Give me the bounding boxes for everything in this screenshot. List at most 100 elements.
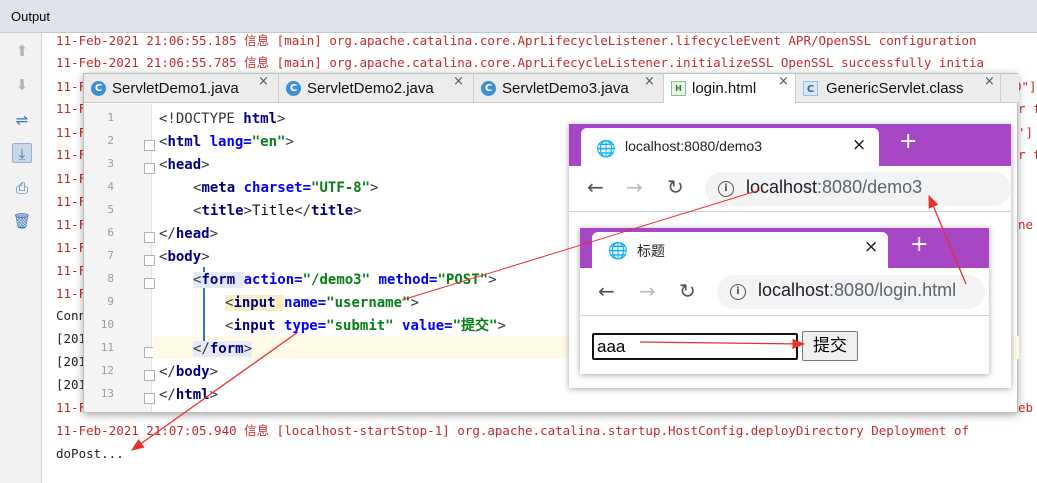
close-icon[interactable]: ×	[864, 237, 878, 257]
line-number: 9	[107, 295, 114, 308]
log-line: 11-F	[56, 101, 87, 116]
close-icon[interactable]: ×	[984, 74, 995, 89]
new-tab-button[interactable]: +	[899, 129, 917, 154]
tab-servletdemo1[interactable]: C ServletDemo1.java ×	[84, 74, 279, 103]
log-fragment: ne	[1018, 217, 1034, 232]
line-number: 4	[107, 180, 114, 193]
print-icon[interactable]: ⎙	[12, 178, 32, 198]
log-line: 11-F	[56, 400, 87, 415]
browser-tab-strip: 🌐 localhost:8080/demo3 × +	[569, 124, 1011, 166]
globe-icon: 🌐	[596, 139, 616, 158]
log-fragment: ']	[1018, 125, 1034, 140]
soft-wrap-icon[interactable]: ⇌	[12, 110, 32, 130]
forward-icon[interactable]: →	[626, 175, 643, 199]
tab-servletdemo2[interactable]: C ServletDemo2.java ×	[279, 74, 474, 103]
output-title: Output	[11, 9, 51, 24]
reload-icon[interactable]: ↻	[667, 175, 684, 199]
tab-genericservlet-class[interactable]: C GenericServlet.class ×	[796, 74, 1001, 103]
java-class-icon: C	[481, 81, 496, 96]
address-bar[interactable]: i localhost:8080/demo3	[705, 172, 1011, 206]
browser-tab[interactable]: 🌐 localhost:8080/demo3 ×	[581, 128, 879, 166]
code-line-2: <html lang="en">	[159, 134, 294, 150]
scroll-down-icon[interactable]: ⬇	[12, 75, 32, 95]
scroll-up-icon[interactable]: ⬆	[12, 41, 32, 61]
code-line-1: <!DOCTYPE html>	[159, 111, 286, 127]
browser-toolbar: ← → ↻ i localhost:8080/demo3	[569, 166, 1011, 212]
code-line-9: <input name="username">	[225, 295, 419, 311]
log-line: 11-F	[56, 286, 87, 301]
code-line-3: <head>	[159, 157, 210, 173]
line-gutter: 1 2 3 4 5 6 7 8 9 10 11 12 13	[84, 104, 155, 412]
line-number: 5	[107, 203, 114, 216]
java-class-icon: C	[91, 81, 106, 96]
html-file-icon: H	[671, 81, 686, 96]
code-line-7: <body>	[159, 249, 210, 265]
line-number: 12	[100, 364, 114, 377]
tab-label: ServletDemo1.java	[112, 80, 239, 97]
log-line: 11-Feb-2021 21:07:05.940 信息 [localhost-s…	[56, 423, 970, 438]
log-line: [201	[56, 331, 87, 346]
tab-label: login.html	[692, 80, 757, 97]
log-line: [201	[56, 377, 87, 392]
code-line-8: <form action="/demo3" method="POST">	[193, 272, 497, 288]
class-file-icon: C	[803, 81, 818, 96]
editor-tab-bar: C ServletDemo1.java × C ServletDemo2.jav…	[84, 74, 1019, 104]
close-icon[interactable]: ×	[453, 74, 464, 89]
close-icon[interactable]: ×	[852, 135, 866, 155]
log-line: 11-Feb-2021 21:06:55.785 信息 [main] org.a…	[56, 55, 985, 70]
log-fragment: eb	[1018, 400, 1034, 415]
back-icon[interactable]: ←	[587, 175, 604, 199]
line-number: 11	[100, 341, 114, 354]
tab-label: GenericServlet.class	[826, 80, 964, 97]
output-toolbar: ⬆ ⬇ ⇌ ⤓ ⎙ 🗑	[0, 33, 42, 483]
trash-icon[interactable]: 🗑	[12, 211, 32, 231]
java-class-icon: C	[286, 81, 301, 96]
back-icon[interactable]: ←	[598, 279, 615, 303]
info-icon[interactable]: i	[730, 284, 746, 300]
scroll-to-end-icon[interactable]: ⤓	[12, 143, 32, 163]
address-url: localhost:8080/login.html	[758, 280, 957, 300]
globe-icon: 🌐	[608, 241, 628, 260]
close-icon[interactable]: ×	[778, 74, 789, 89]
log-line: 11-F	[56, 194, 87, 209]
address-bar[interactable]: i localhost:8080/login.html	[717, 275, 985, 309]
browser-tab[interactable]: 🌐 标题 ×	[592, 232, 888, 268]
reload-icon[interactable]: ↻	[679, 279, 696, 303]
log-line: doPost...	[56, 446, 124, 461]
tab-label: ServletDemo2.java	[307, 80, 434, 97]
close-icon[interactable]: ×	[644, 74, 655, 89]
code-line-6: </head>	[159, 226, 219, 242]
tab-login-html[interactable]: H login.html ×	[664, 74, 796, 104]
browser-window-login: 🌐 标题 × + ← → ↻ i localhost:8080/login.ht…	[580, 228, 989, 374]
line-number: 3	[107, 157, 114, 170]
username-input[interactable]: aaa	[592, 333, 798, 360]
log-line: 11-F	[56, 125, 87, 140]
submit-button[interactable]: 提交	[802, 331, 858, 361]
forward-icon[interactable]: →	[639, 279, 656, 303]
log-line: Conn	[56, 308, 87, 323]
close-icon[interactable]: ×	[258, 74, 269, 89]
info-icon[interactable]: i	[718, 181, 734, 197]
code-line-5: <title>Title</title>	[193, 203, 362, 219]
log-line: [201	[56, 354, 87, 369]
code-line-11: </form>	[193, 341, 253, 357]
code-line-10: <input type="submit" value="提交">	[225, 318, 506, 334]
log-line: 11-F	[56, 79, 87, 94]
output-panel-header: Output	[0, 0, 1037, 33]
log-line: 11-F	[56, 171, 87, 186]
line-number: 8	[107, 272, 114, 285]
log-line: 11-F	[56, 147, 87, 162]
log-fragment: r f	[1018, 147, 1037, 162]
code-line-12: </body>	[159, 364, 219, 380]
browser-tab-title: 标题	[637, 243, 665, 259]
tab-servletdemo3[interactable]: C ServletDemo3.java ×	[474, 74, 664, 103]
new-tab-button[interactable]: +	[910, 232, 928, 257]
code-line-13: </html>	[159, 387, 219, 403]
browser-tab-strip: 🌐 标题 × +	[580, 228, 989, 268]
log-line: 11-F	[56, 240, 87, 255]
address-url: localhost:8080/demo3	[746, 177, 923, 197]
tab-label: ServletDemo3.java	[502, 80, 629, 97]
line-number: 13	[100, 387, 114, 400]
log-fragment: r f	[1018, 101, 1037, 116]
line-number: 2	[107, 134, 114, 147]
